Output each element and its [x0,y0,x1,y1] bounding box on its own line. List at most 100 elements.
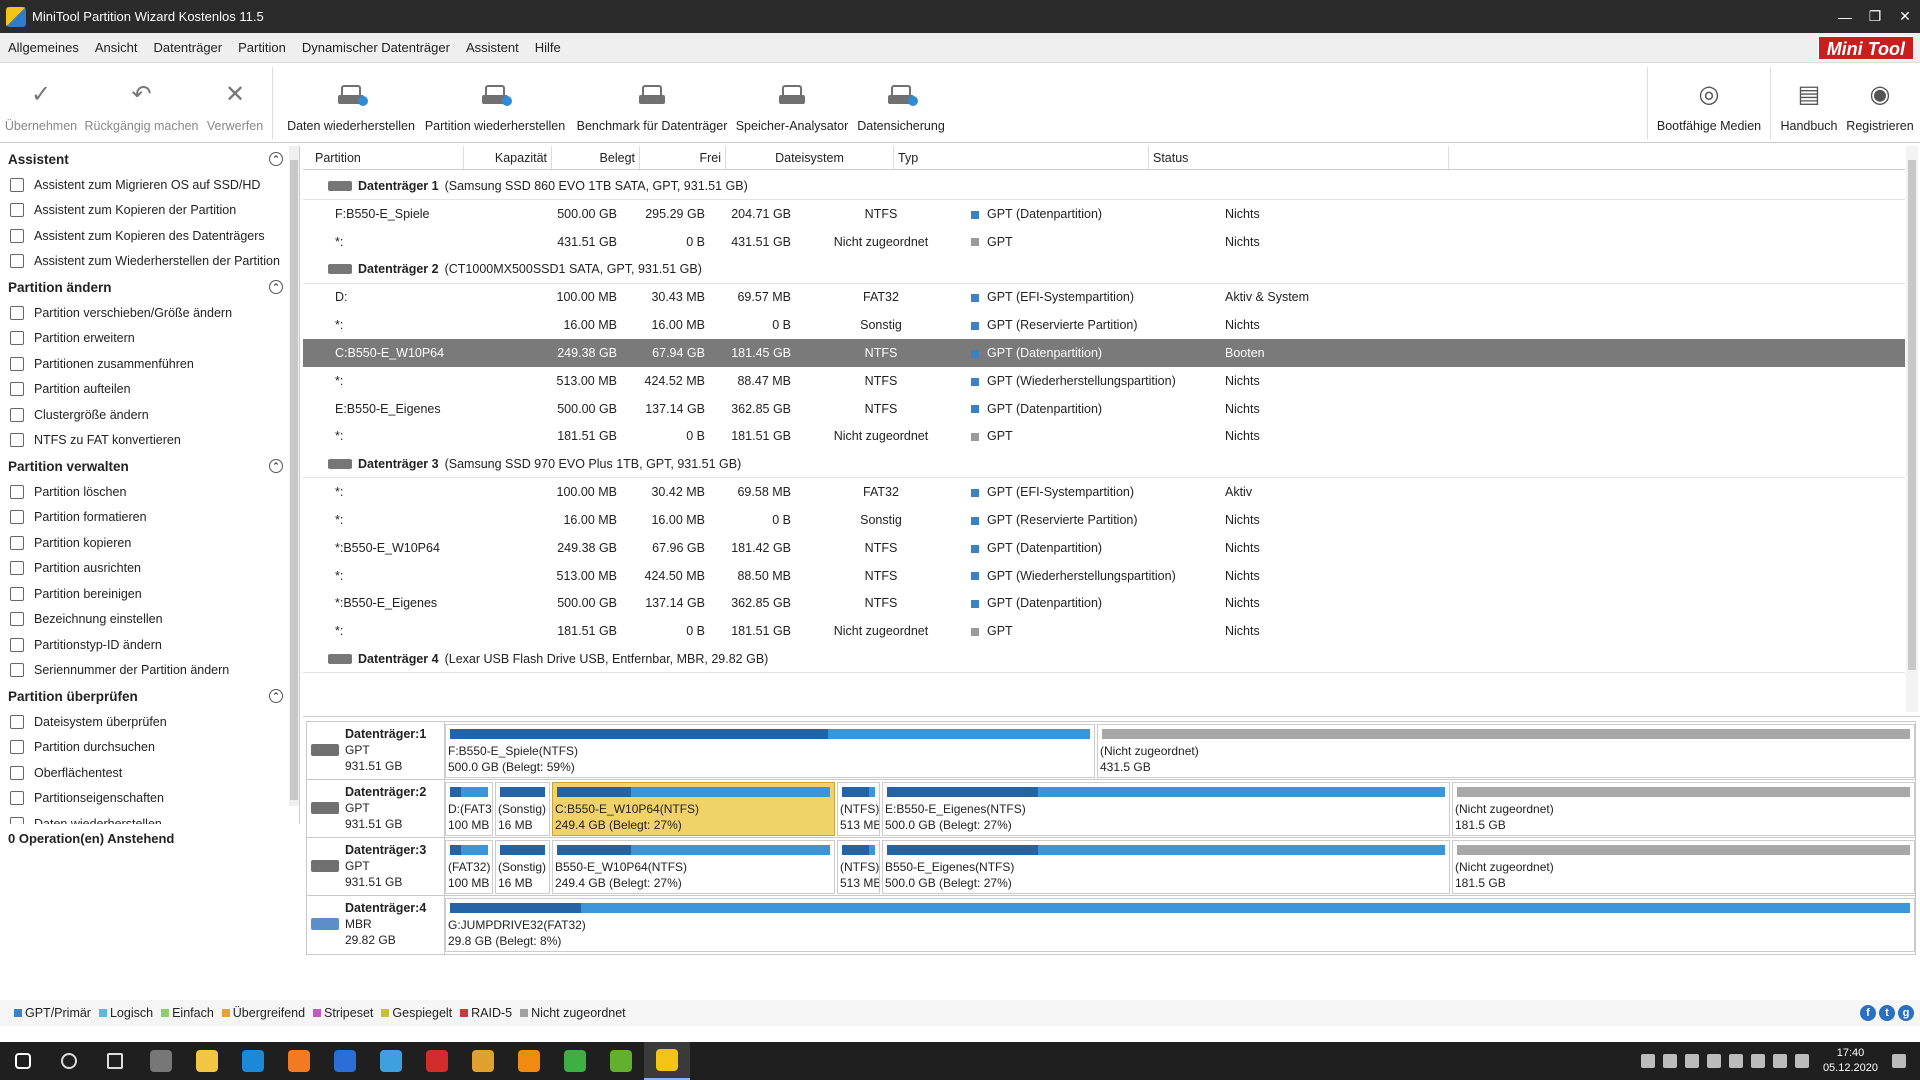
minitool-logo[interactable]: Mini Tool [1817,36,1914,60]
discard-button[interactable]: ✕ Verwerfen [204,63,266,143]
table-row[interactable]: E:B550-E_Eigenes 500.00 GB 137.14 GB 362.85… [303,395,1905,423]
partition-block[interactable]: B550-E_W10P64(NTFS) 249.4 GB (Belegt: 27%… [552,840,835,894]
disk-map-row[interactable]: Datenträger:4 MBR 29.82 GB G:JUMPDRIVE32(FA… [306,895,1916,955]
tray-icon[interactable] [1662,1054,1677,1068]
sidebar-item[interactable]: Partition verschieben/Größe ändern [0,300,299,326]
sidebar-item[interactable]: Partition kopieren [0,530,299,556]
section-header[interactable]: Assistent ⌃ [0,146,299,172]
partition-block[interactable]: (Nicht zugeordnet) 431.5 GB [1097,724,1915,778]
section-header[interactable]: Partition verwalten ⌃ [0,453,299,479]
section-header[interactable]: Partition überprüfen ⌃ [0,683,299,709]
backup-button[interactable]: Datensicherung [856,63,946,143]
table-row[interactable]: *: 181.51 GB 0 B 181.51 GB Nicht zugeordnet G… [303,617,1905,645]
sidebar-item[interactable]: Partition bereinigen [0,581,299,607]
sidebar-item[interactable]: Assistent zum Kopieren des Datenträgers [0,223,299,249]
partition-block[interactable]: E:B550-E_Eigenes(NTFS) 500.0 GB (Belegt: … [882,782,1450,836]
menu-partition[interactable]: Partition [230,40,294,55]
sidebar-item[interactable]: Bezeichnung einstellen [0,607,299,633]
taskbar-app-green-icon[interactable] [598,1042,644,1080]
taskbar-app-multi-icon[interactable] [552,1042,598,1080]
collapse-icon[interactable]: ⌃ [269,152,283,166]
disk-map-info[interactable]: Datenträger:4 MBR 29.82 GB [307,896,445,954]
partition-block[interactable]: B550-E_Eigenes(NTFS) 500.0 GB (Belegt: 27… [882,840,1450,894]
table-row[interactable]: *: 513.00 MB 424.50 MB 88.50 MB NTFS GPT (Wie… [303,562,1905,590]
sidebar-item[interactable]: Assistent zum Migrieren OS auf SSD/HD [0,172,299,198]
volume-icon[interactable] [1794,1054,1809,1068]
close-button[interactable]: ✕ [1890,0,1920,33]
table-row[interactable]: D: 100.00 MB 30.43 MB 69.57 MB FAT32 GPT (EFI… [303,284,1905,312]
table-row[interactable]: *:B550-E_W10P64 249.38 GB 67.96 GB 181.42 G… [303,534,1905,562]
taskbar-firefox-icon[interactable] [276,1042,322,1080]
sidebar-item[interactable]: Seriennummer der Partition ändern [0,658,299,684]
undo-button[interactable]: ↶ Rückgängig machen [84,63,199,143]
partition-block[interactable]: (NTFS) 513 MB ( [837,840,880,894]
menu-dynamischer-datentraeger[interactable]: Dynamischer Datenträger [294,40,458,55]
menu-hilfe[interactable]: Hilfe [527,40,569,55]
col-partition[interactable]: Partition [311,146,464,169]
sidebar-item[interactable]: Partition erweitern [0,326,299,352]
taskbar-app-blue-icon[interactable] [322,1042,368,1080]
benchmark-button[interactable]: Benchmark für Datenträger [574,63,730,143]
facebook-icon[interactable]: f [1860,1005,1876,1021]
bootable-media-button[interactable]: ◎ Bootfähige Medien [1654,63,1764,143]
table-row[interactable]: *: 100.00 MB 30.42 MB 69.58 MB FAT32 GPT (EFI… [303,478,1905,506]
disk-header-row[interactable]: Datenträger 1 (Samsung SSD 860 EVO 1TB SA… [303,172,1905,200]
space-analyzer-button[interactable]: Speicher-Analysator [736,63,848,143]
col-used[interactable]: Belegt [552,146,640,169]
col-free[interactable]: Frei [640,146,726,169]
sidebar-item[interactable]: Partition formatieren [0,505,299,531]
clock[interactable]: 17:40 05.12.2020 [1823,1046,1878,1076]
taskbar-vlc-icon[interactable] [506,1042,552,1080]
disk-map-row[interactable]: Datenträger:1 GPT 931.51 GB F:B550-E_Spiele… [306,721,1916,781]
sidebar-item[interactable]: Assistent zum Wiederherstellen der Parti… [0,249,299,275]
sidebar-item[interactable]: Partitionen zusammenführen [0,351,299,377]
col-type[interactable]: Typ [894,146,1149,169]
col-filesystem[interactable]: Dateisystem [726,146,894,169]
minimize-button[interactable]: — [1830,0,1860,33]
taskbar-edge-icon[interactable] [230,1042,276,1080]
twitter-icon[interactable]: t [1879,1005,1895,1021]
tray-icon[interactable] [1684,1054,1699,1068]
sidebar-item[interactable]: Oberflächentest [0,760,299,786]
table-row[interactable]: *: 513.00 MB 424.52 MB 88.47 MB NTFS GPT (Wie… [303,367,1905,395]
taskbar-task-view-icon[interactable] [92,1042,138,1080]
disk-map-info[interactable]: Datenträger:3 GPT 931.51 GB [307,838,445,896]
menu-ansicht[interactable]: Ansicht [87,40,146,55]
partition-block[interactable]: G:JUMPDRIVE32(FAT32) 29.8 GB (Belegt: 8%) [445,898,1915,952]
disk-map-row[interactable]: Datenträger:2 GPT 931.51 GB D:(FAT3: 100 MB … [306,779,1916,839]
partition-block[interactable]: (Nicht zugeordnet) 181.5 GB [1452,840,1915,894]
partition-block[interactable]: (Sonstig) 16 MB [495,840,550,894]
apply-button[interactable]: ✓ Übernehmen [4,63,78,143]
partition-block[interactable]: D:(FAT3: 100 MB ( [445,782,493,836]
section-header[interactable]: Partition ändern ⌃ [0,274,299,300]
table-row[interactable]: *: 16.00 MB 16.00 MB 0 B Sonstig GPT (Reservi… [303,311,1905,339]
taskbar-file-explorer-icon[interactable] [184,1042,230,1080]
table-row[interactable]: *:B550-E_Eigenes 500.00 GB 137.14 GB 362.85… [303,590,1905,618]
collapse-icon[interactable]: ⌃ [269,280,283,294]
taskbar-calculator-icon[interactable] [138,1042,184,1080]
table-row[interactable]: F:B550-E_Spiele 500.00 GB 295.29 GB 204.71 … [303,200,1905,228]
data-recovery-button[interactable]: Daten wiederherstellen [282,63,420,143]
taskbar-search-icon[interactable] [46,1042,92,1080]
partition-block[interactable]: (NTFS) 513 MB ( [837,782,880,836]
partition-block[interactable]: (Sonstig) 16 MB [495,782,550,836]
tray-icon[interactable] [1750,1054,1765,1068]
partition-block[interactable]: (Nicht zugeordnet) 181.5 GB [1452,782,1915,836]
tray-icon[interactable] [1640,1054,1655,1068]
menu-assistent[interactable]: Assistent [458,40,527,55]
taskbar-crown-app-icon[interactable] [460,1042,506,1080]
table-scrollbar[interactable] [1906,146,1918,712]
notification-icon[interactable] [1892,1054,1906,1068]
disk-header-row[interactable]: Datenträger 3 (Samsung SSD 970 EVO Plus 1… [303,450,1905,479]
partition-block[interactable]: (FAT32) 100 MB ( [445,840,493,894]
table-row[interactable]: C:B550-E_W10P64 249.38 GB 67.94 GB 181.45 G… [303,339,1905,367]
disk-header-row[interactable]: Datenträger 4 (Lexar USB Flash Drive USB,… [303,645,1905,674]
network-icon[interactable] [1772,1054,1787,1068]
sidebar-item[interactable]: Assistent zum Kopieren der Partition [0,198,299,224]
partition-recovery-button[interactable]: Partition wiederherstellen [424,63,566,143]
collapse-icon[interactable]: ⌃ [269,459,283,473]
sidebar-item[interactable]: Partition aufteilen [0,377,299,403]
tray-icon[interactable] [1706,1054,1721,1068]
sidebar-scrollbar[interactable] [289,146,299,806]
sidebar-item[interactable]: NTFS zu FAT konvertieren [0,428,299,454]
